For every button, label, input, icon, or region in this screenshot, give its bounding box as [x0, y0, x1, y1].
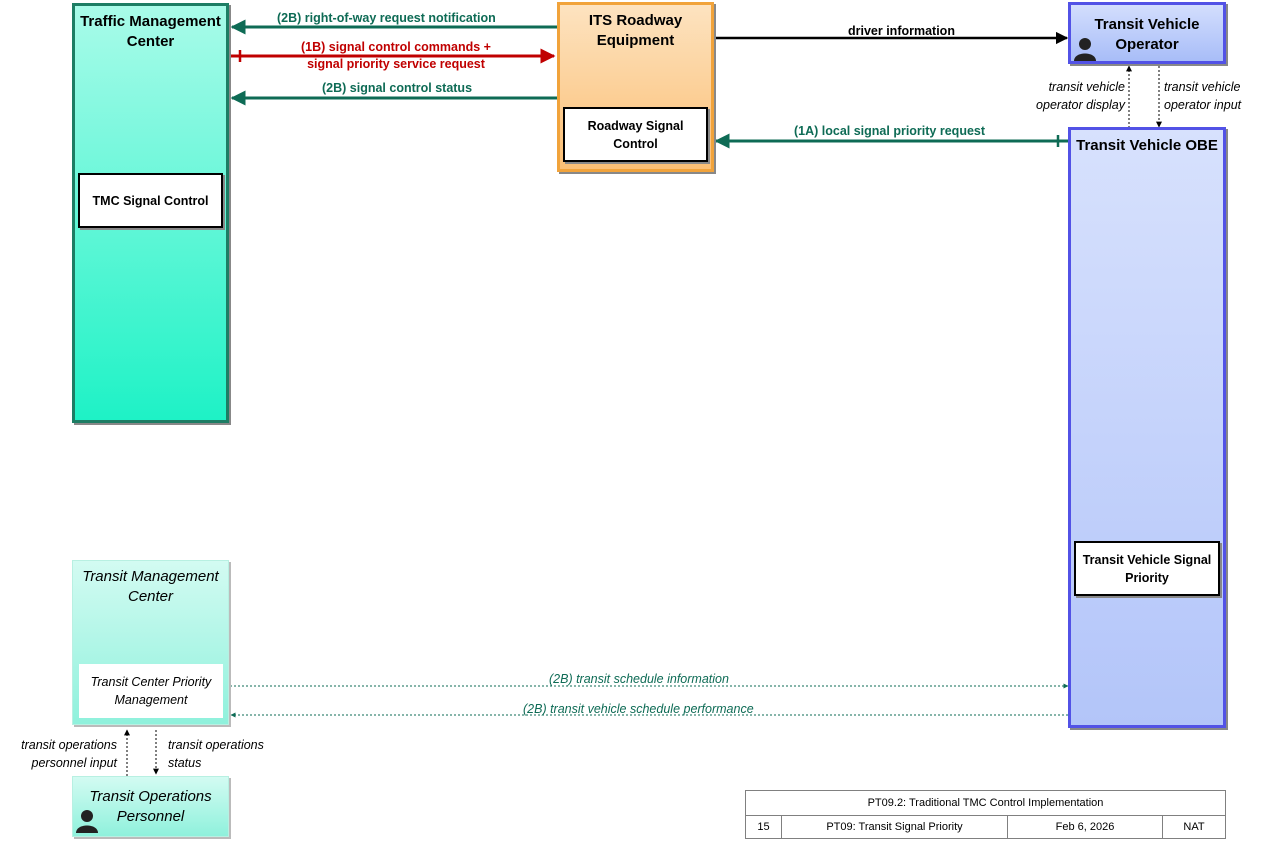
roadway-title: ITS Roadway Equipment — [588, 12, 683, 49]
flow-op-input-label-2: operator input — [1164, 98, 1242, 112]
flow-op-input-label-1: transit vehicle — [1164, 80, 1241, 94]
obe-node[interactable]: Transit Vehicle OBE — [1068, 127, 1226, 728]
person-icon — [1074, 38, 1096, 61]
transit-mc-title: Transit Management Center — [82, 568, 219, 605]
flow-schedule-perf-label: (2B) transit vehicle schedule performanc… — [523, 702, 754, 716]
obe-title: Transit Vehicle OBE — [1076, 137, 1218, 154]
operator-node[interactable]: Transit Vehicle Operator — [1068, 2, 1226, 64]
title-block-scope: NAT — [1183, 821, 1205, 833]
flow-op-display-label-2: operator display — [1036, 98, 1125, 112]
title-block-package: PT09: Transit Signal Priority — [782, 815, 1008, 839]
personnel-node[interactable]: Transit Operations Personnel — [72, 776, 229, 837]
title-block-number: 15 — [746, 815, 782, 839]
flow-driver-info-label: driver information — [848, 24, 955, 38]
flow-op-display-label-1: transit vehicle — [1048, 80, 1125, 94]
flow-personnel-input-label-1: transit operations — [21, 738, 117, 752]
transit-center-priority-management[interactable]: Transit Center Priority Management — [79, 664, 223, 718]
flow-signal-status-label: (2B) signal control status — [322, 81, 473, 95]
title-block: PT09.2: Traditional TMC Control Implemen… — [745, 790, 1226, 839]
obe-signal-priority[interactable]: Transit Vehicle Signal Priority — [1074, 541, 1220, 596]
flow-schedule-info-label: (2B) transit schedule information — [549, 672, 729, 686]
person-icon — [76, 810, 98, 833]
flow-ops-status-label-1: transit operations — [168, 738, 264, 752]
title-block-date: Feb 6, 2026 — [1008, 815, 1163, 839]
flow-personnel-input-label-2: personnel input — [31, 756, 117, 770]
flow-ops-status-label-2: status — [168, 756, 202, 770]
flow-signal-commands-label-1: (1B) signal control commands + — [301, 40, 491, 54]
flow-signal-commands-label-2: signal priority service request — [307, 57, 485, 71]
tmc-title: Traffic Management Center — [80, 13, 221, 50]
flow-row-notification-label: (2B) right-of-way request notification — [277, 11, 496, 25]
title-block-title: PT09.2: Traditional TMC Control Implemen… — [746, 791, 1225, 816]
tmc-signal-control[interactable]: TMC Signal Control — [78, 173, 223, 228]
flow-local-priority-label: (1A) local signal priority request — [794, 124, 986, 138]
roadway-signal-control[interactable]: Roadway Signal Control — [563, 107, 708, 162]
